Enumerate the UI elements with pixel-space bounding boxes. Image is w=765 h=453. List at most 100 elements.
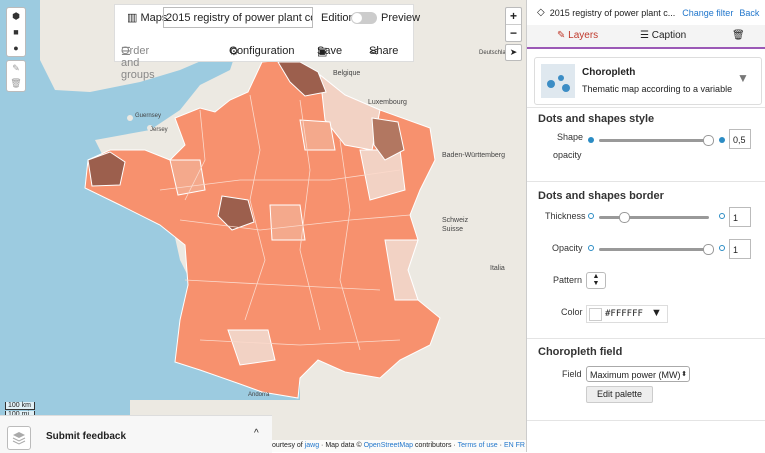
panel-tabs: ✎ Layers ☰ Caption 🗑	[527, 25, 765, 49]
layers-control-icon[interactable]	[7, 426, 31, 450]
map-attribution: ourtesy of jawg · Map data © OpenStreetM…	[272, 440, 526, 452]
layer-type-description: Thematic map according to a variable	[582, 84, 733, 94]
terms-link[interactable]: Terms of use	[458, 442, 498, 449]
slider-min-icon	[588, 137, 594, 143]
thickness-label: Thickness	[545, 211, 586, 221]
field-select-value: Maximum power (MW)	[590, 370, 681, 380]
label-belgique: Belgique	[333, 70, 360, 77]
edit-icon[interactable]: ✎	[7, 61, 25, 76]
chevron-down-icon: ⬍	[681, 371, 687, 378]
layer-type-title: Choropleth	[582, 67, 636, 78]
color-dropdown-icon: ▼	[651, 307, 662, 319]
layer-panel: ◇ 2015 registry of power plant c... Chan…	[526, 0, 765, 452]
draw-tools: ⬢ ■ ●	[6, 7, 26, 57]
lang-en-link[interactable]: EN	[504, 442, 514, 449]
preview-label: Preview	[381, 12, 421, 24]
field-label: Field	[562, 369, 582, 379]
shape-opacity-label-2: opacity	[553, 150, 582, 160]
pattern-select[interactable]: ▲ ▼	[586, 272, 606, 289]
map-label-belgique: Belgique	[333, 70, 360, 77]
feedback-bar[interactable]: Submit feedback ^	[0, 415, 272, 453]
opacity-input[interactable]: 1	[729, 239, 751, 259]
slider-thumb[interactable]	[619, 212, 630, 223]
toolbar-actions: ☰ Order and groups ⚙ Configuration ▣ Sav…	[115, 39, 413, 81]
label-schweiz: Schweiz	[442, 217, 469, 224]
thickness-input[interactable]: 1	[729, 207, 751, 227]
back-link[interactable]: Back	[739, 8, 759, 18]
layer-visibility-icon[interactable]: ◇	[537, 7, 545, 18]
label-baden: Baden-Württemberg	[442, 152, 505, 159]
layer-type-selector[interactable]: Choropleth Thematic map according to a v…	[534, 57, 762, 105]
label-guernsey: Guernsey	[135, 113, 161, 119]
thickness-slider[interactable]	[599, 212, 709, 223]
slider-min-icon	[588, 213, 594, 219]
configuration-label: Configuration	[229, 45, 295, 57]
draw-polygon-icon[interactable]: ⬢	[7, 8, 25, 24]
color-swatch	[589, 308, 602, 321]
edit-palette-button[interactable]: Edit palette	[586, 386, 653, 403]
osm-link[interactable]: OpenStreetMap	[364, 442, 413, 449]
lang-fr-link[interactable]: FR	[516, 442, 525, 449]
change-filter-link[interactable]: Change filter	[682, 8, 733, 18]
map-toolbar: ▥ Maps 2015 registry of power plant conn…	[114, 4, 420, 81]
shape-opacity-input[interactable]: 0,5	[729, 129, 751, 149]
shape-opacity-slider[interactable]	[599, 135, 714, 146]
attrib-mapdata: · Map data ©	[319, 442, 364, 449]
slider-max-icon	[719, 213, 725, 219]
tab-caption[interactable]: ☰ Caption	[640, 30, 686, 41]
chevron-up-icon[interactable]: ^	[254, 428, 259, 439]
map-icon: ▥	[127, 12, 138, 24]
zoom-in-button[interactable]: +	[506, 8, 521, 24]
save-label: Save	[317, 45, 343, 57]
slider-thumb[interactable]	[703, 244, 714, 255]
tab-caption-label: Caption	[651, 30, 687, 41]
field-select[interactable]: Maximum power (MW) ⬍	[586, 366, 690, 382]
island-guernsey	[127, 115, 133, 121]
zoom-control: + −	[505, 7, 522, 42]
choropleth-field-title: Choropleth field	[538, 346, 623, 358]
maps-button[interactable]: ▥ Maps	[127, 11, 167, 24]
map-title-input[interactable]: 2015 registry of power plant connectio	[163, 7, 313, 28]
attrib-contrib: contributors ·	[413, 442, 458, 449]
tab-layers-label: Layers	[568, 30, 599, 41]
draw-circle-icon[interactable]: ●	[7, 40, 25, 56]
label-jersey: Jersey	[150, 127, 168, 133]
label-italia: Italia	[490, 265, 505, 272]
tab-layers[interactable]: ✎ Layers	[557, 30, 598, 41]
dots-border-title: Dots and shapes border	[538, 190, 664, 202]
region-light-7	[269, 204, 306, 241]
color-value: #FFFFFF	[605, 309, 643, 319]
map-canvas[interactable]: Belgique Luxembourg Guernsey Jersey Bade…	[0, 0, 526, 452]
panel-header-title: 2015 registry of power plant c...	[549, 7, 676, 18]
share-label: Share	[369, 45, 399, 57]
slider-max-icon	[719, 245, 725, 251]
dropdown-triangle-icon[interactable]: ▼	[737, 71, 749, 85]
dots-style-title: Dots and shapes style	[538, 113, 655, 125]
submit-feedback-label: Submit feedback	[46, 431, 127, 442]
divider	[527, 107, 765, 108]
pattern-label: Pattern	[553, 275, 583, 285]
divider	[527, 338, 765, 339]
divider	[527, 181, 765, 182]
scale-km: 100 km	[5, 402, 35, 410]
panel-header: ◇ 2015 registry of power plant c... Chan…	[527, 0, 765, 25]
locate-icon[interactable]: ➤	[505, 44, 522, 61]
draw-rectangle-icon[interactable]: ■	[7, 24, 25, 40]
jawg-link[interactable]: jawg	[305, 442, 319, 449]
list-icon: ☰	[640, 30, 652, 41]
opacity-slider[interactable]	[599, 244, 714, 255]
attrib-prefix: ourtesy of	[272, 442, 303, 449]
shape-opacity-label-1: Shape	[557, 132, 584, 142]
slider-thumb[interactable]	[703, 135, 714, 146]
stepper-icon: ▲ ▼	[592, 273, 600, 287]
preview-toggle[interactable]	[351, 12, 377, 24]
slider-min-icon	[588, 245, 594, 251]
label-suisse: Suisse	[442, 226, 463, 233]
trash-icon[interactable]: 🗑	[732, 30, 745, 41]
color-picker[interactable]: #FFFFFF ▼	[586, 305, 668, 323]
zoom-out-button[interactable]: −	[506, 24, 521, 41]
map-svg: Belgique Luxembourg Guernsey Jersey Bade…	[40, 0, 526, 452]
edit-tools: ✎ 🗑	[6, 60, 26, 92]
divider	[527, 420, 765, 421]
delete-icon[interactable]: 🗑	[7, 76, 25, 91]
